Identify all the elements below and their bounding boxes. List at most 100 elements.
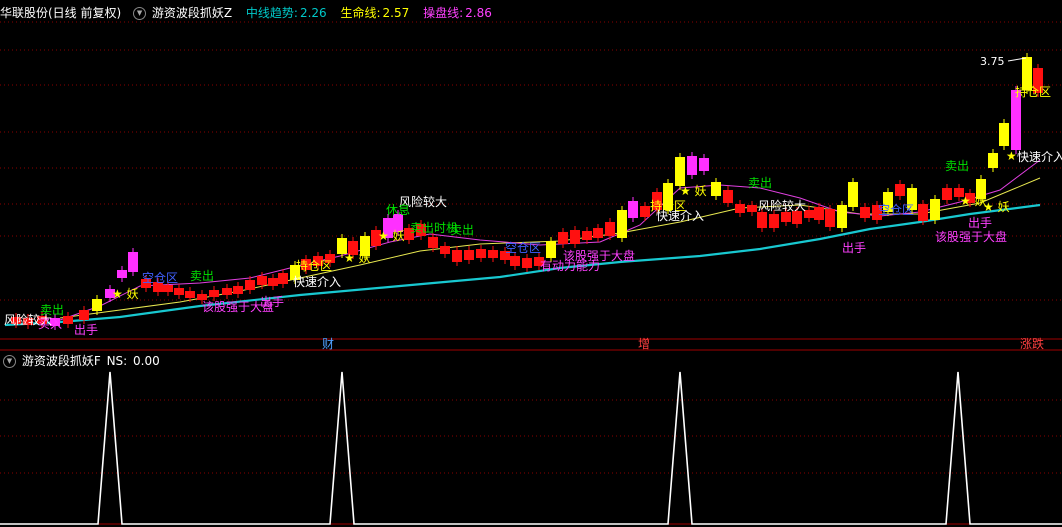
candle-body: [163, 285, 173, 292]
candle-body: [895, 184, 905, 196]
chart-annotation: 空仓区: [142, 271, 178, 285]
candle-body: [675, 157, 685, 186]
candle-body: [278, 273, 288, 284]
candle-body: [522, 258, 532, 268]
candle-body: [988, 153, 998, 168]
chart-annotation: ★ 妖: [112, 287, 139, 301]
candle-body: [918, 204, 928, 221]
candle-body: [605, 222, 615, 236]
chart-annotation: ★: [1006, 149, 1017, 163]
chart-annotation: 出手: [74, 323, 98, 337]
sub-indicator-menu-icon[interactable]: ▼: [3, 355, 16, 368]
chart-annotation: 快速介入: [656, 209, 704, 223]
mid-trend-label: 中线趋势:: [245, 6, 298, 20]
chart-annotation: ★ 妖: [680, 184, 707, 198]
candle-body: [930, 199, 940, 220]
chart-annotation: 出手: [968, 216, 992, 230]
candle-body: [510, 256, 520, 266]
candle-body: [452, 250, 462, 262]
candle-body: [440, 246, 450, 254]
candle-body: [757, 212, 767, 228]
chart-annotation: 持仓区: [296, 258, 332, 273]
candle-body: [92, 299, 102, 311]
candle-body: [63, 316, 73, 324]
candle-body: [128, 252, 138, 272]
sub-panel-header: ▼ 游资波段抓妖F NS: 0.00: [0, 351, 162, 371]
candle-body: [464, 250, 474, 260]
indicator-menu-icon[interactable]: ▼: [133, 7, 147, 20]
candle-body: [628, 201, 638, 218]
ns-value: 0.00: [133, 354, 160, 368]
candle-body: [79, 310, 89, 320]
chart-annotation: 出手: [842, 241, 866, 255]
candle-body: [814, 207, 824, 220]
main-panel-header: 华联股份(日线 前复权) ▼ 游资波段抓妖Z 中线趋势: 2.26 生命线: 2.5…: [0, 3, 494, 23]
candle-body: [593, 228, 603, 238]
candle-body: [735, 204, 745, 213]
chart-annotation: 买入: [38, 317, 62, 331]
candle-body: [699, 158, 709, 171]
candle-body: [476, 249, 486, 258]
candle-body: [185, 291, 195, 298]
chart-annotation: ★ 妖: [983, 200, 1010, 214]
candle-body: [860, 207, 870, 218]
candle-body: [781, 212, 791, 222]
candle-body: [245, 280, 255, 290]
stock-title: 华联股份(日线 前复权): [0, 6, 122, 20]
chart-annotation: ★ 妖: [378, 229, 405, 243]
chart-annotation: 快速介入: [1017, 150, 1062, 164]
candle-body: [117, 270, 127, 278]
candle-body: [848, 182, 858, 207]
candle-body: [640, 206, 650, 217]
main-indicator-name[interactable]: 游资波段抓妖Z: [152, 6, 232, 20]
life-line-value: 2.57: [382, 6, 410, 20]
candle-body: [570, 230, 580, 244]
chart-annotation: 持仓区: [1015, 84, 1051, 99]
candle-body: [999, 123, 1009, 146]
chart-annotation: 休息: [386, 202, 410, 217]
chart-annotation: 快速介入: [293, 275, 341, 289]
operate-line-label: 操盘线:: [423, 6, 464, 20]
candle-body: [546, 241, 556, 258]
candle-body: [257, 276, 267, 285]
chart-annotation: 卖出: [190, 269, 214, 283]
mid-trend-value: 2.26: [299, 6, 327, 20]
date-marker: 财: [322, 337, 334, 351]
chart-annotation: 卖出: [450, 223, 474, 237]
candle-body: [233, 286, 243, 294]
life-line-label: 生命线:: [340, 6, 381, 20]
candle-body: [825, 209, 835, 227]
date-marker: 增: [638, 337, 650, 351]
candle-body: [488, 250, 498, 258]
candle-body: [687, 156, 697, 175]
candle-body: [617, 210, 627, 238]
chart-annotation: 卖出: [748, 176, 772, 190]
chart-annotation: 出手: [260, 295, 284, 309]
price-marker-label: 3.75: [980, 55, 1005, 68]
chart-annotation: 卖出: [40, 303, 64, 317]
chart-annotation: 风险较大: [758, 198, 806, 213]
signal-spike-line: [0, 371, 1062, 525]
candle-body: [1011, 90, 1021, 150]
date-marker: 涨跌: [1020, 336, 1044, 351]
ns-label: NS:: [106, 354, 128, 368]
chart-canvas[interactable]: 风险较大卖出买入 出手空仓区 卖出★ 妖该股强于大盘出手快速介入持仓区★ 妖风险较大…: [0, 0, 1062, 527]
operate-line-value: 2.86: [465, 6, 492, 20]
chart-annotation: 空仓区: [878, 203, 914, 217]
candle-body: [268, 278, 278, 286]
chart-annotation: 有动力能力: [540, 259, 600, 273]
candle-body: [582, 231, 592, 240]
candle-body: [942, 188, 952, 200]
chart-annotation: ★ 妖: [344, 251, 371, 265]
candle-body: [174, 288, 184, 295]
candle-body: [222, 288, 232, 295]
candle-body: [769, 214, 779, 228]
candle-body: [837, 205, 847, 228]
candle-body: [723, 190, 733, 203]
chart-annotation: 卖出: [945, 159, 969, 173]
chart-annotation: 空仓区: [505, 241, 541, 255]
candle-body: [747, 205, 757, 212]
chart-annotation: 该股强于大盘: [935, 229, 1007, 244]
candle-body: [558, 232, 568, 244]
sub-indicator-name[interactable]: 游资波段抓妖F: [22, 354, 101, 368]
